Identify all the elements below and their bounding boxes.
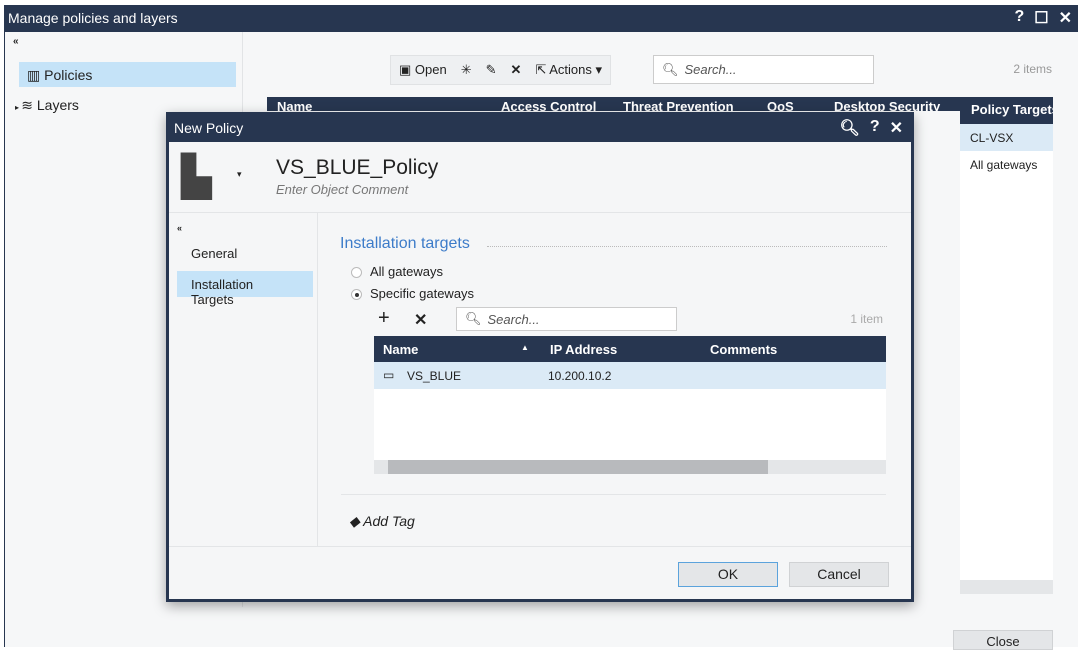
policy-search-input[interactable]: 🔍︎ Search... xyxy=(653,55,874,84)
gateway-icon: ▭ xyxy=(383,368,395,382)
table-row[interactable]: ▭ VS_BLUE 10.200.10.2 xyxy=(374,362,886,389)
policy-targets-column: CL-VSX All gateways xyxy=(960,124,1053,594)
dialog-title: New Policy xyxy=(174,120,244,136)
gateway-count: 1 item xyxy=(850,312,883,326)
item-count: 2 items xyxy=(1013,62,1052,76)
policy-target-cell[interactable]: CL-VSX xyxy=(960,124,1053,151)
export-icon: ⇱ xyxy=(535,62,550,77)
col-ip-address[interactable]: IP Address xyxy=(550,342,617,357)
horizontal-scrollbar[interactable] xyxy=(960,580,1053,594)
search-icon: 🔍︎ xyxy=(662,61,679,77)
search-icon[interactable]: 🔍︎ xyxy=(840,118,860,138)
col-access-control[interactable]: Access Control xyxy=(501,99,596,111)
maximize-icon[interactable]: ☐ xyxy=(1034,8,1048,28)
new-icon[interactable]: ✳ xyxy=(461,62,472,78)
policy-name-field[interactable]: VS_BLUE_Policy xyxy=(276,156,438,180)
radio-button[interactable] xyxy=(351,289,362,301)
tag-icon: ◆ xyxy=(349,513,364,529)
gateway-search-input[interactable]: 🔍︎ Search... xyxy=(456,307,677,331)
radio-all-gateways[interactable]: All gateways xyxy=(351,264,443,279)
cancel-button[interactable]: Cancel xyxy=(789,562,889,587)
toolbar: ▣ Open ✳ ✎ ✕ ⇱ Actions ▾ xyxy=(390,55,612,85)
horizontal-scrollbar[interactable] xyxy=(374,460,886,474)
close-button[interactable]: Close xyxy=(953,630,1053,650)
new-policy-dialog: New Policy 🔍︎ ? ✕ ▙ ▾ VS_BLUE_Policy Ent… xyxy=(166,112,914,602)
divider xyxy=(169,212,911,213)
actions-button[interactable]: ⇱ Actions ▾ xyxy=(535,62,602,78)
add-tag-link[interactable]: ◆ Add Tag xyxy=(349,513,415,530)
col-policy-targets[interactable]: Policy Targets xyxy=(960,97,1053,124)
search-icon: 🔍︎ xyxy=(465,311,482,326)
divider xyxy=(317,213,318,546)
window-titlebar: Manage policies and layers ? ☐ ✕ xyxy=(4,5,1078,32)
col-name[interactable]: Name xyxy=(383,342,418,357)
collapse-button[interactable]: « xyxy=(13,36,19,47)
sidebar-item-policies[interactable]: ▥ Policies xyxy=(19,62,236,87)
nav-general[interactable]: General xyxy=(177,241,313,265)
col-name[interactable]: Name xyxy=(277,99,312,111)
col-comments[interactable]: Comments xyxy=(710,342,777,357)
ok-button[interactable]: OK xyxy=(678,562,778,587)
radio-button[interactable] xyxy=(351,267,362,279)
gateway-table: Name ▲ IP Address Comments ▭ VS_BLUE 10.… xyxy=(374,336,886,474)
col-desktop-security[interactable]: Desktop Security xyxy=(834,99,940,111)
add-icon[interactable]: + xyxy=(378,307,390,330)
collapse-button[interactable]: « xyxy=(177,223,182,233)
comment-field[interactable]: Enter Object Comment xyxy=(276,182,408,197)
table-header: Name ▲ IP Address Comments xyxy=(374,336,886,362)
divider xyxy=(341,494,886,495)
delete-icon[interactable]: ✕ xyxy=(511,62,522,78)
col-threat-prevention[interactable]: Threat Prevention xyxy=(623,99,734,111)
sort-asc-icon: ▲ xyxy=(521,343,529,352)
divider xyxy=(169,546,911,547)
chevron-down-icon[interactable]: ▾ xyxy=(237,169,242,180)
col-qos[interactable]: QoS xyxy=(767,99,794,111)
divider xyxy=(487,246,887,247)
close-icon[interactable]: ✕ xyxy=(890,118,903,138)
open-icon: ▣ xyxy=(399,62,415,77)
remove-icon[interactable]: ✕ xyxy=(414,310,427,330)
policies-icon: ▥ xyxy=(27,67,45,83)
radio-specific-gateways[interactable]: Specific gateways xyxy=(351,286,474,301)
dialog-titlebar: New Policy 🔍︎ ? ✕ xyxy=(169,115,911,142)
policy-icon[interactable]: ▙ xyxy=(181,157,227,201)
scrollbar-thumb[interactable] xyxy=(388,460,768,474)
open-button[interactable]: ▣ Open xyxy=(399,62,447,78)
window-title: Manage policies and layers xyxy=(8,10,178,26)
help-icon[interactable]: ? xyxy=(870,118,880,138)
policy-target-cell[interactable]: All gateways xyxy=(960,151,1053,178)
section-title: Installation targets xyxy=(340,235,470,252)
nav-installation-targets[interactable]: Installation Targets xyxy=(177,271,313,307)
help-icon[interactable]: ? xyxy=(1014,8,1024,28)
edit-icon[interactable]: ✎ xyxy=(486,62,497,78)
close-icon[interactable]: ✕ xyxy=(1059,8,1072,28)
policy-grid-header: Name Access Control Threat Prevention Qo… xyxy=(267,97,1053,111)
layers-icon: ≋ xyxy=(21,97,37,113)
